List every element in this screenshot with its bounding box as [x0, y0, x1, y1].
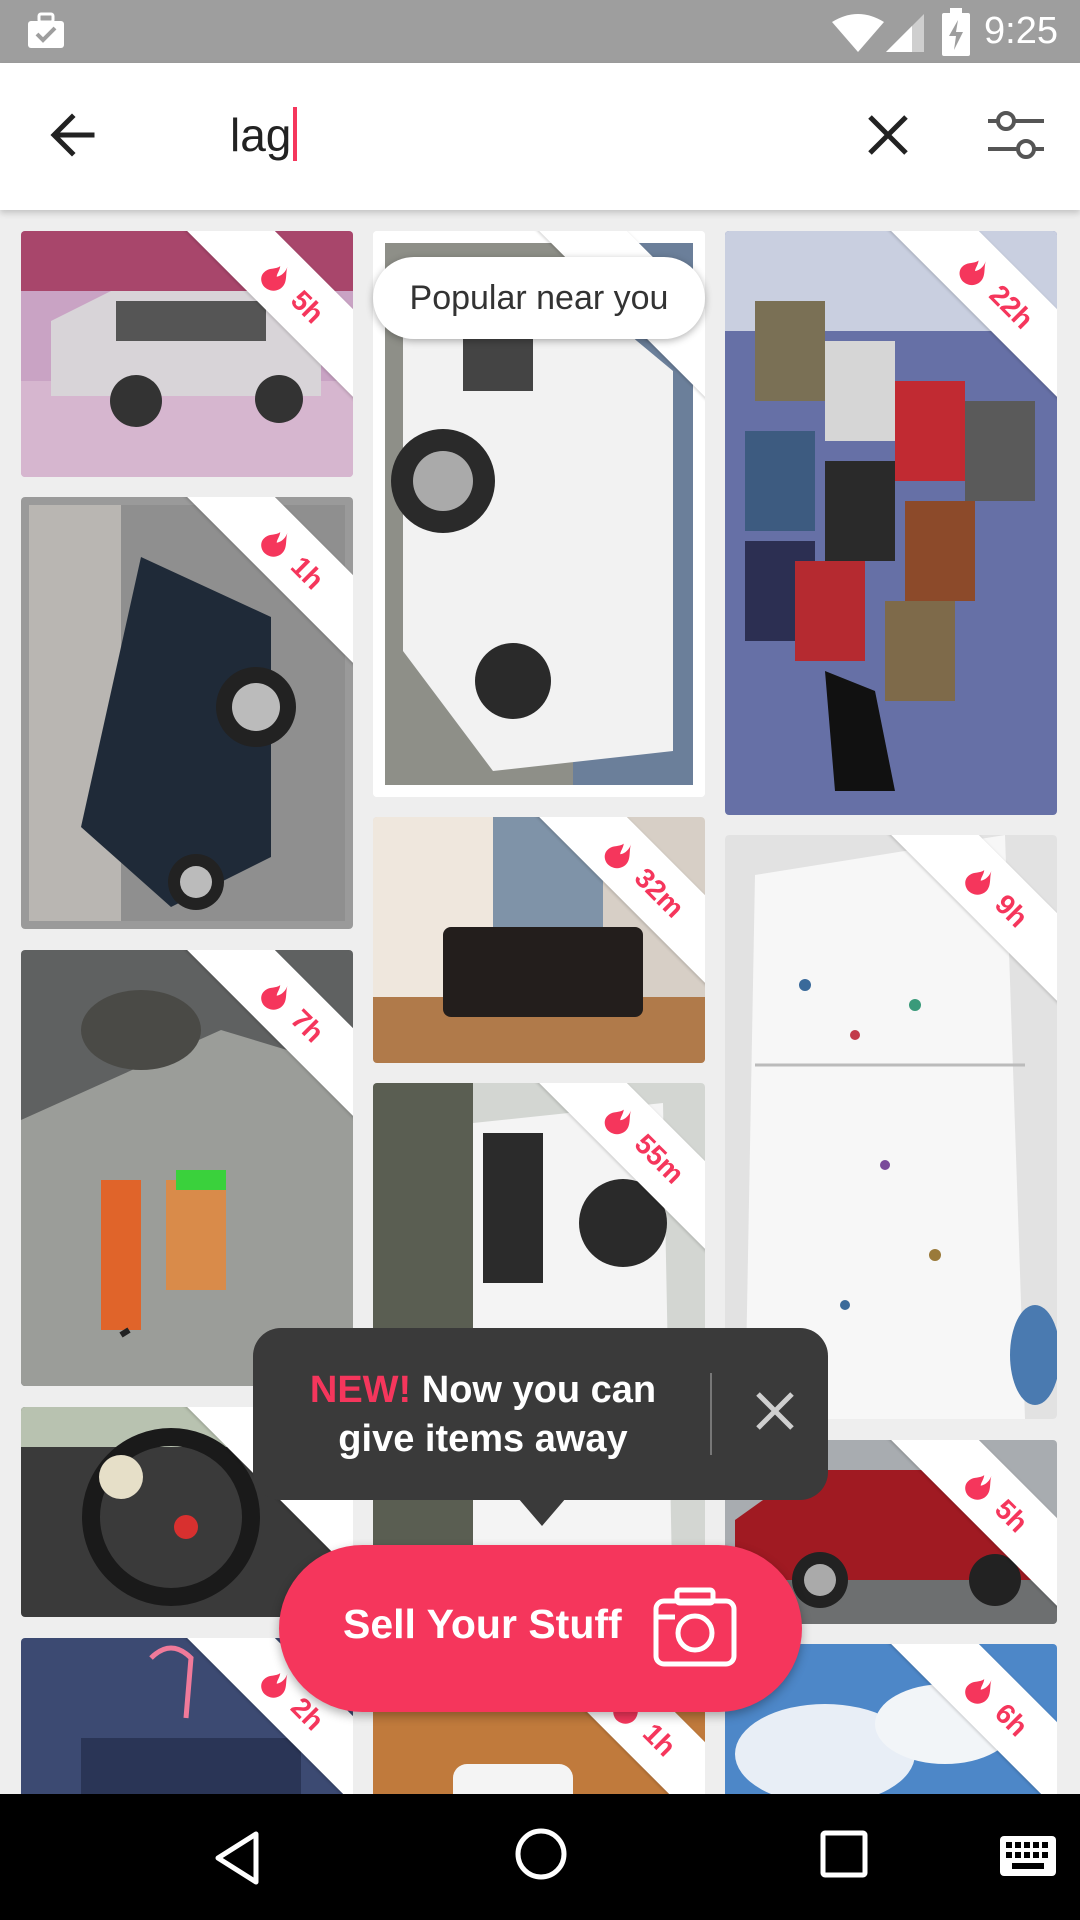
flame-icon: [604, 1108, 632, 1135]
age-label: 55m: [628, 1128, 691, 1190]
promo-line2: give items away: [338, 1418, 628, 1460]
system-navigation-bar: [0, 1794, 1080, 1920]
nav-recents-icon[interactable]: [820, 1830, 868, 1878]
flame-icon: [261, 265, 288, 291]
age-label: 5h: [988, 1493, 1035, 1539]
product-card-suv[interactable]: 5h: [21, 231, 353, 477]
product-card-games[interactable]: 22h: [725, 231, 1057, 815]
product-card-black-suv[interactable]: 1h: [21, 497, 353, 929]
promo-tooltip: NEW! Now you can give items away: [253, 1328, 828, 1526]
close-icon[interactable]: [750, 1386, 800, 1436]
promo-divider: [710, 1373, 712, 1455]
age-label: 22h: [983, 278, 1040, 335]
search-query-text: lag: [230, 109, 292, 161]
flame-icon: [261, 531, 288, 557]
flame-icon: [965, 869, 992, 895]
search-toolbar: lag: [0, 63, 1080, 210]
nav-back-icon[interactable]: [212, 1830, 262, 1886]
camera-icon: [653, 1587, 737, 1667]
battery-charging-icon: [942, 8, 970, 56]
age-label: 5h: [284, 284, 331, 330]
flame-icon: [965, 1678, 992, 1704]
nav-home-icon[interactable]: [514, 1827, 568, 1881]
close-icon[interactable]: [856, 103, 920, 167]
promo-line1: Now you can: [421, 1369, 657, 1411]
search-input[interactable]: lag: [230, 107, 298, 162]
clock: 9:25: [984, 10, 1058, 52]
promo-tail: [518, 1498, 566, 1526]
flame-icon: [604, 842, 632, 869]
back-arrow-icon[interactable]: [44, 105, 104, 165]
flame-icon: [261, 984, 288, 1010]
briefcase-check-icon: [28, 12, 64, 48]
promo-message: NEW! Now you can give items away: [253, 1366, 713, 1464]
text-cursor: [293, 107, 298, 161]
wifi-icon: [832, 14, 884, 52]
age-label: 7h: [284, 1003, 331, 1049]
status-bar: 9:25: [0, 0, 1080, 63]
filter-sliders-icon[interactable]: [986, 107, 1046, 163]
flame-icon: [959, 259, 987, 285]
keyboard-icon[interactable]: [1000, 1836, 1056, 1876]
age-label: 1h: [636, 1717, 683, 1763]
signal-icon: [886, 14, 924, 52]
product-card-chainsaws[interactable]: 7h: [21, 950, 353, 1386]
flame-icon: [965, 1474, 992, 1500]
promo-new-label: NEW!: [309, 1369, 412, 1411]
age-label: 6h: [988, 1697, 1035, 1743]
age-label: 32m: [628, 862, 691, 924]
sell-button-label: Sell Your Stuff: [343, 1601, 622, 1647]
sell-your-stuff-button[interactable]: Sell Your Stuff: [279, 1545, 802, 1712]
popular-near-you-tooltip[interactable]: Popular near you: [373, 257, 705, 339]
age-label: 1h: [284, 550, 331, 596]
product-card-ottoman[interactable]: 32m: [373, 817, 705, 1063]
age-label: 9h: [988, 888, 1035, 934]
